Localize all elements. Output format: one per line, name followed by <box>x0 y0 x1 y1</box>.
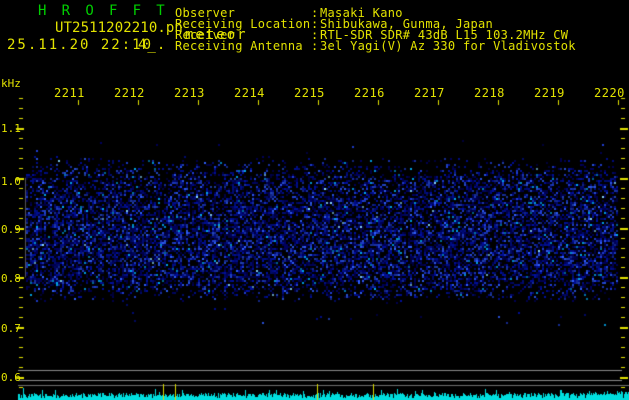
x-tick-label: 2218 <box>474 86 505 100</box>
y-tick-label: 1.1 <box>1 122 21 135</box>
x-tick-label: 2213 <box>174 86 205 100</box>
x-tick-label: 2217 <box>414 86 445 100</box>
colon: : <box>311 39 319 53</box>
x-tick-label: 2215 <box>294 86 325 100</box>
y-tick-label: 0.8 <box>1 272 21 285</box>
spectrogram-canvas <box>0 0 629 400</box>
info-label: Receiving Antenna <box>175 39 303 53</box>
x-tick-label: 2216 <box>354 86 385 100</box>
y-tick-label: 0.7 <box>1 322 21 335</box>
x-tick-label: 2219 <box>534 86 565 100</box>
filename-label: UT2511202210.pn <box>55 20 183 36</box>
y-tick-label: 0.6 <box>1 371 21 384</box>
info-value: 3el Yagi(V) Az 330 for Vladivostok <box>320 39 576 53</box>
x-tick-label: 2214 <box>234 86 265 100</box>
second-counter: 4_. <box>138 37 167 53</box>
x-tick-label: 2212 <box>114 86 145 100</box>
x-tick-label: 2211 <box>54 86 85 100</box>
y-tick-label: 1.0 <box>1 175 21 188</box>
hrofft-screen: H R O F F T UT2511202210.pn meteor 25.11… <box>0 0 629 400</box>
x-tick-label: 2220 <box>594 86 625 100</box>
datetime-label: 25.11.20 22:10 <box>7 37 154 53</box>
app-title: H R O F F T <box>38 3 169 19</box>
y-tick-label: 0.9 <box>1 223 21 236</box>
y-axis-unit: kHz <box>1 77 21 90</box>
